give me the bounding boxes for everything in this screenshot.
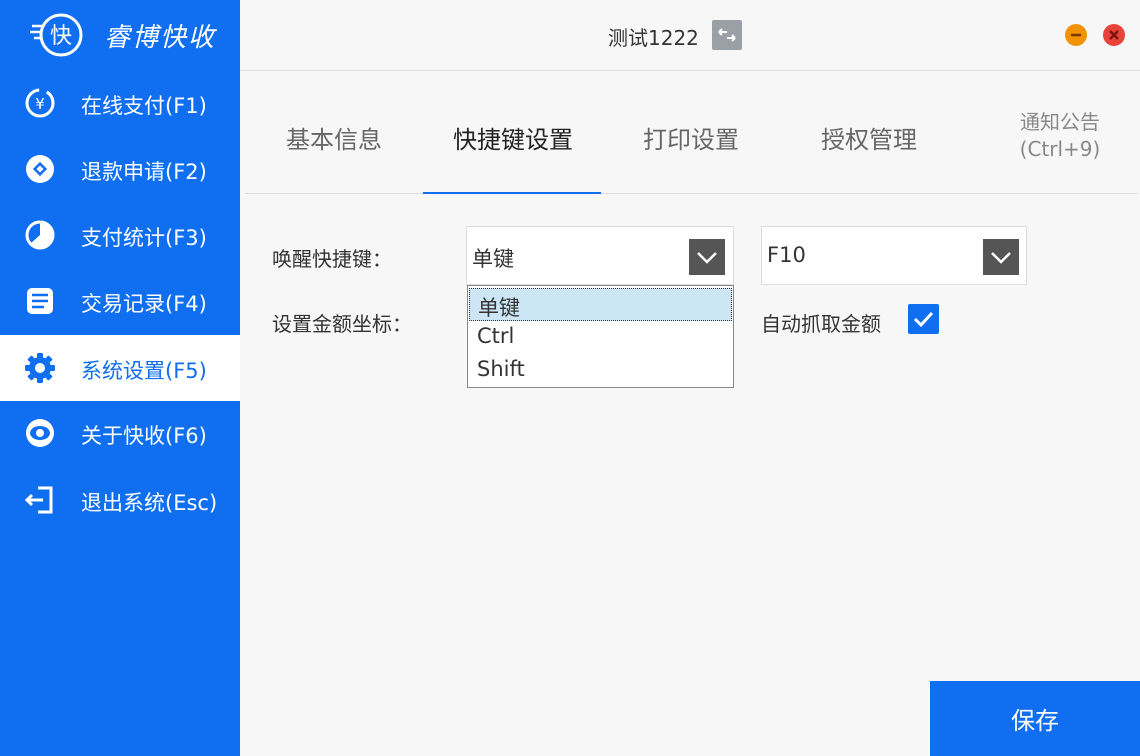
title-bar: 测试1222 (240, 0, 1140, 71)
sidebar-item-label: 交易记录(F4) (81, 292, 207, 316)
sidebar-item-refund[interactable]: 退款申请(F2) (0, 136, 240, 202)
sidebar-item-about[interactable]: 关于快收(F6) (0, 400, 240, 466)
dropdown-option-single[interactable]: 单键 (469, 288, 732, 321)
close-button[interactable] (1103, 24, 1125, 46)
dropdown-option-shift[interactable]: Shift (469, 354, 732, 387)
yen-refresh-icon: ¥ (25, 88, 55, 118)
chevron-down-icon[interactable] (983, 239, 1019, 275)
tab-license-management[interactable]: 授权管理 (821, 120, 917, 155)
logout-icon (24, 486, 53, 514)
active-tab-indicator (423, 192, 601, 194)
minimize-button[interactable] (1065, 24, 1087, 46)
save-button[interactable]: 保存 (930, 681, 1140, 756)
sidebar-item-label: 在线支付(F1) (81, 94, 207, 118)
tab-notice-title: 通知公告 (1020, 110, 1100, 134)
account-title: 测试1222 (608, 26, 699, 50)
switch-account-icon[interactable] (712, 20, 742, 50)
sidebar: 快 睿博快收 ¥ 在线支付(F1) 退款申请(F2) 支付统计(F3) 交易记录… (0, 0, 240, 756)
tab-print-settings[interactable]: 打印设置 (643, 120, 739, 155)
sidebar-item-pay-stats[interactable]: 支付统计(F3) (0, 202, 240, 268)
tab-basic-info[interactable]: 基本信息 (286, 120, 382, 155)
auto-capture-checkbox[interactable] (908, 304, 939, 334)
sidebar-item-label: 关于快收(F6) (81, 424, 207, 448)
sidebar-item-label: 系统设置(F5) (81, 359, 207, 383)
settings-tabs: 基本信息 快捷键设置 打印设置 授权管理 通知公告 (Ctrl+9) (245, 72, 1138, 194)
sidebar-item-label: 退款申请(F2) (81, 160, 207, 184)
sidebar-item-transactions[interactable]: 交易记录(F4) (0, 268, 240, 334)
key-select-value: F10 (767, 243, 806, 267)
sidebar-item-system-settings[interactable]: 系统设置(F5) (0, 335, 240, 401)
amount-coord-label: 设置金额坐标： (272, 312, 412, 336)
document-list-icon (27, 288, 53, 314)
auto-capture-label: 自动抓取金额 (761, 312, 881, 336)
tab-shortcut-settings[interactable]: 快捷键设置 (453, 120, 573, 155)
modifier-select-value: 单键 (472, 247, 514, 271)
checkmark-icon (913, 311, 934, 328)
sidebar-item-label: 退出系统(Esc) (81, 491, 218, 515)
brand-name: 睿博快收 (104, 23, 217, 53)
brand-logo-icon: 快 (30, 13, 83, 57)
pie-chart-icon (25, 220, 55, 250)
brand-header: 快 睿博快收 (0, 0, 240, 70)
brand-logo-char: 快 (50, 24, 72, 49)
dropdown-option-label: Shift (477, 357, 525, 381)
modifier-select[interactable]: 单键 (466, 226, 734, 285)
dropdown-option-label: Ctrl (477, 324, 515, 348)
dropdown-option-label: 单键 (478, 296, 520, 320)
svg-text:¥: ¥ (35, 95, 45, 113)
tab-notice[interactable]: 通知公告 (Ctrl+9) (1005, 109, 1115, 163)
dropdown-option-ctrl[interactable]: Ctrl (469, 321, 732, 354)
diamond-icon (26, 155, 54, 183)
tab-notice-shortcut: (Ctrl+9) (1019, 137, 1101, 161)
gear-icon (25, 353, 55, 383)
eye-icon (26, 419, 54, 447)
sidebar-item-exit[interactable]: 退出系统(Esc) (0, 467, 240, 533)
sidebar-item-online-pay[interactable]: ¥ 在线支付(F1) (0, 70, 240, 136)
sidebar-item-label: 支付统计(F3) (81, 226, 207, 250)
chevron-down-icon[interactable] (689, 239, 725, 275)
wake-shortcut-label: 唤醒快捷键： (272, 247, 392, 271)
modifier-dropdown-list: 单键 Ctrl Shift (467, 285, 734, 388)
key-select[interactable]: F10 (761, 226, 1027, 285)
